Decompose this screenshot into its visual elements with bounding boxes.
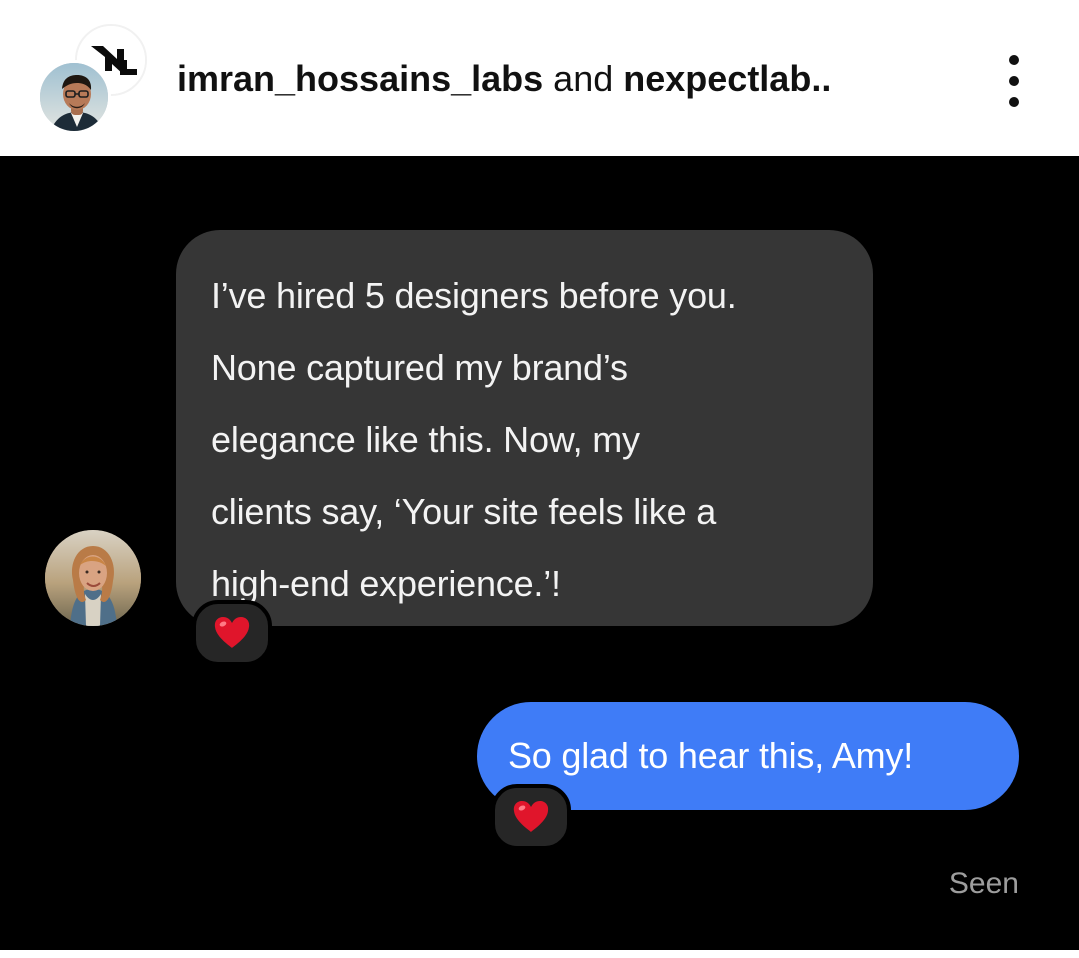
group-avatar[interactable]	[37, 24, 149, 134]
bottom-white-strip	[0, 950, 1079, 958]
message-thread[interactable]: I’ve hired 5 designers before you. None …	[0, 156, 1079, 950]
sent-message-reaction[interactable]	[491, 784, 571, 850]
more-vertical-icon[interactable]	[998, 50, 1032, 112]
more-dot-bottom	[1009, 97, 1019, 107]
more-dot-middle	[1009, 76, 1019, 86]
message-line: elegance like this. Now, my	[211, 419, 640, 460]
imran-profile-avatar	[37, 60, 111, 134]
message-line: None captured my brand’s	[211, 347, 628, 388]
sender-avatar-image	[45, 530, 141, 626]
heart-icon	[214, 617, 250, 648]
more-dot-top	[1009, 55, 1019, 65]
amy-profile-avatar[interactable]	[45, 530, 141, 626]
sent-message-text: So glad to hear this, Amy!	[508, 735, 914, 776]
message-line: clients say, ‘Your site feels like a	[211, 491, 717, 532]
message-line: high-end experience.’!	[211, 563, 561, 604]
conversation-title[interactable]: imran_hossains_labs and nexpectlab..	[177, 56, 831, 102]
received-message-bubble[interactable]: I’ve hired 5 designers before you. None …	[176, 230, 873, 626]
seen-status: Seen	[948, 867, 1019, 900]
person-avatar-image	[40, 63, 108, 131]
group-username: nexpectlab..	[623, 58, 832, 99]
conversation-header: imran_hossains_labs and nexpectlab..	[0, 0, 1079, 156]
received-message-reaction[interactable]	[192, 600, 272, 666]
participant-username: imran_hossains_labs	[177, 58, 544, 99]
heart-icon	[513, 801, 549, 832]
message-line: I’ve hired 5 designers before you.	[211, 275, 737, 316]
title-connector: and	[543, 58, 624, 99]
